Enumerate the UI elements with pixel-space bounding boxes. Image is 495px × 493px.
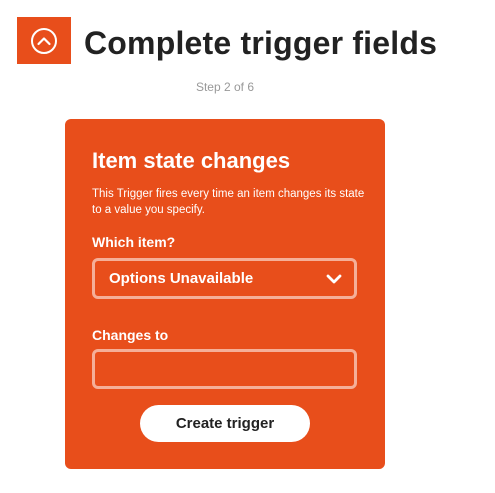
up-chevron-circle-icon — [31, 27, 57, 54]
app-logo — [17, 17, 71, 64]
which-item-select[interactable]: Options Unavailable — [92, 258, 357, 299]
page-title: Complete trigger fields — [84, 25, 438, 61]
trigger-description: This Trigger fires every time an item ch… — [92, 188, 365, 216]
trigger-card: Item state changes This Trigger fires ev… — [65, 119, 385, 469]
changes-to-input[interactable] — [92, 349, 357, 389]
which-item-selected-value: Options Unavailable — [109, 270, 254, 287]
create-trigger-button[interactable]: Create trigger — [140, 405, 310, 442]
which-item-label: Which item? — [92, 234, 176, 250]
chevron-down-icon — [326, 274, 342, 283]
step-indicator: Step 2 of 6 — [195, 80, 255, 94]
trigger-title: Item state changes — [92, 148, 291, 173]
changes-to-label: Changes to — [92, 327, 169, 343]
